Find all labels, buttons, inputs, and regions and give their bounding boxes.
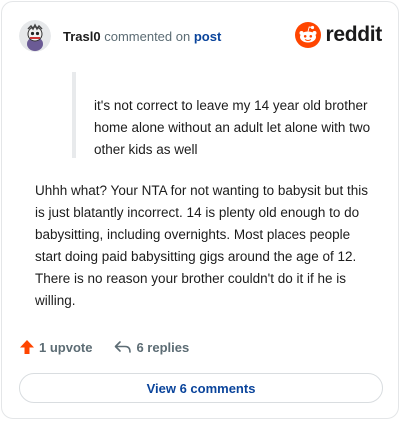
upvote-button[interactable]: 1 upvote <box>19 339 92 355</box>
replies-label: 6 replies <box>136 339 190 355</box>
quoted-text-block: it's not correct to leave my 14 year old… <box>72 72 372 158</box>
comment-meta: Trasl0 commented on post <box>63 29 221 44</box>
comment-card: Trasl0 commented on post reddit it's not… <box>1 1 399 419</box>
view-comments-button[interactable]: View 6 comments <box>19 373 383 403</box>
brand-text: reddit <box>325 23 382 46</box>
snoo-avatar-icon <box>19 20 51 52</box>
action-text: commented on <box>104 28 191 44</box>
post-link[interactable]: post <box>194 29 221 44</box>
comment-body: Uhhh what? Your NTA for not wanting to b… <box>35 183 368 308</box>
replies-button[interactable]: 6 replies <box>114 340 189 355</box>
upvote-arrow-icon <box>20 340 34 354</box>
upvote-label: 1 upvote <box>39 339 93 355</box>
reddit-brand[interactable]: reddit <box>295 22 382 48</box>
reddit-logo-icon <box>295 22 322 48</box>
comment-actions: 1 upvote 6 replies <box>19 339 189 355</box>
username-link[interactable]: Trasl0 <box>63 29 101 44</box>
user-avatar[interactable] <box>19 20 51 52</box>
quote-text: it's not correct to leave my 14 year old… <box>94 98 371 157</box>
reply-arrow-icon <box>115 341 132 353</box>
comment-header: Trasl0 commented on post reddit <box>19 19 382 53</box>
